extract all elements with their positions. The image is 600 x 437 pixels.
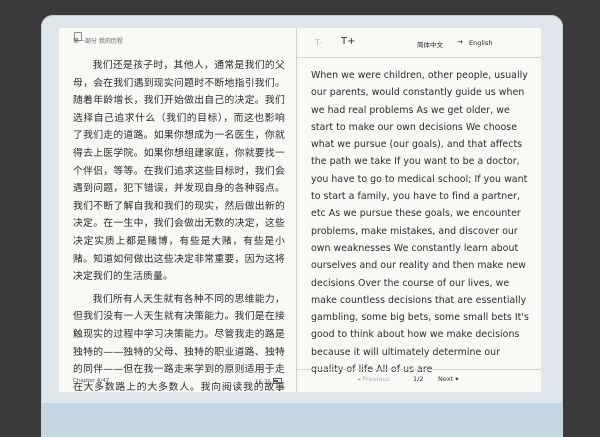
pagination: ◂ Previous 1/2 Next ▾ — [297, 375, 541, 389]
chapter-progress: Chapter 4/47 — [73, 378, 110, 384]
toolbar-divider — [297, 57, 541, 58]
previous-button[interactable]: ◂ Previous — [357, 375, 390, 383]
translated-text: When we were children, other people, usu… — [311, 70, 529, 375]
arrow-right-icon: → — [457, 38, 463, 46]
translation-toolbar: T- T+ 简体中文 → English — [297, 28, 541, 56]
clock-time: 15:25 — [255, 379, 271, 386]
reader-screen: 第一部分 我的历程 我们还是孩子时，其他人，通常是我们的父母，会在我们遇到现实问… — [59, 28, 541, 392]
chapter-header: 第一部分 我的历程 — [73, 38, 123, 45]
device-bottom-bezel — [41, 403, 563, 437]
original-text: 我们还是孩子时，其他人，通常是我们的父母，会在我们遇到现实问题时不断地指引我们。… — [73, 57, 285, 392]
font-increase-button[interactable]: T+ — [341, 36, 356, 47]
battery-icon — [272, 378, 282, 384]
paragraph: 我们所有人天生就有各种不同的思维能力，但我们没有一人天生就有决策能力。我们是在接… — [73, 293, 285, 392]
status-clock: 15:25 — [255, 378, 282, 386]
paragraph: 我们还是孩子时，其他人，通常是我们的父母，会在我们遇到现实问题时不断地指引我们。… — [73, 60, 285, 283]
page-indicator: 1/2 — [413, 375, 424, 383]
next-button[interactable]: Next ▾ — [438, 375, 458, 383]
pager-divider — [297, 369, 541, 370]
font-decrease-button[interactable]: T- — [315, 38, 322, 47]
source-language-button[interactable]: 简体中文 — [417, 39, 443, 49]
target-language-button[interactable]: English — [469, 39, 492, 47]
page-divider — [296, 28, 297, 392]
